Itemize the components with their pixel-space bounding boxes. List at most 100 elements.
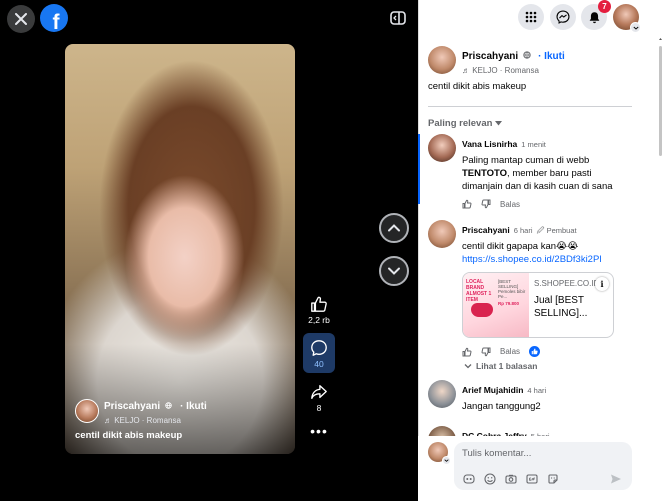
chevron-down-icon	[632, 26, 639, 30]
comment-author[interactable]: Arief Mujahidin	[462, 385, 523, 395]
camera-button[interactable]	[504, 472, 518, 486]
comment-count: 40	[314, 359, 324, 369]
post-author-name[interactable]: Priscahyani	[462, 51, 518, 62]
share-icon	[311, 385, 327, 399]
link-thumbnail: LOCAL BRAND ALMOST 1 ITEM [BEST SELLING]…	[463, 273, 529, 337]
avatar[interactable]	[428, 220, 456, 248]
video-follow-button[interactable]: · Ikuti	[180, 401, 207, 412]
comment-actions: Balas	[462, 346, 634, 357]
video-author: Priscahyani · Ikuti ♬ KELJO · Romansa	[75, 396, 207, 425]
thumbs-down-icon	[481, 347, 491, 356]
comment-link[interactable]: https://s.shopee.co.id/2BDf3ki2PI	[462, 253, 612, 266]
avatar[interactable]	[428, 134, 456, 162]
sort-comments-dropdown[interactable]: Paling relevan	[428, 118, 503, 129]
account-chevron-icon[interactable]	[630, 22, 641, 33]
thumbs-down-icon	[481, 199, 491, 209]
list-item: Arief Mujahidin 4 hari Jangan tanggung2	[428, 380, 546, 413]
comment-time[interactable]: 6 hari	[514, 226, 533, 235]
emoji-button[interactable]	[483, 472, 497, 486]
info-icon[interactable]: i	[595, 277, 609, 291]
new-comment-indicator	[418, 134, 420, 204]
creator-badge: 🖉 Pembuat	[536, 226, 577, 235]
dislike-comment-button[interactable]	[481, 347, 491, 357]
close-icon	[15, 13, 27, 25]
send-icon	[611, 474, 621, 484]
comment-text: Jangan tanggung2	[462, 401, 541, 412]
list-item: Priscahyani 6 hari 🖉 Pembuat centil dikit …	[428, 220, 634, 357]
sort-label: Paling relevan	[428, 118, 493, 129]
reply-button[interactable]: Balas	[500, 200, 520, 209]
messenger-button[interactable]	[550, 4, 576, 30]
like-comment-button[interactable]	[462, 347, 472, 357]
account-switch-icon[interactable]	[442, 456, 451, 465]
share-button[interactable]: 8	[308, 381, 330, 413]
reel-video[interactable]: Priscahyani · Ikuti ♬ KELJO · Romansa ce…	[65, 44, 295, 454]
dislike-comment-button[interactable]	[481, 199, 491, 209]
send-button[interactable]	[610, 472, 624, 486]
menu-button[interactable]	[518, 4, 544, 30]
post-header: Priscahyani · Ikuti ♬ KELJO · Romansa	[428, 46, 565, 75]
composer-tools	[462, 472, 560, 486]
like-reaction-badge	[529, 346, 541, 357]
notification-badge: 7	[598, 0, 611, 13]
sticker-button[interactable]	[546, 472, 560, 486]
follow-button[interactable]: · Ikuti	[538, 51, 565, 62]
comment-composer	[418, 436, 664, 501]
link-preview-card[interactable]: LOCAL BRAND ALMOST 1 ITEM [BEST SELLING]…	[462, 272, 614, 338]
like-comment-button[interactable]	[462, 199, 472, 209]
camera-icon	[505, 474, 517, 484]
scrollbar[interactable]	[658, 38, 663, 158]
avatar-sticker-icon	[463, 474, 475, 484]
comment-input[interactable]	[462, 448, 622, 459]
post-music[interactable]: ♬ KELJO · Romansa	[462, 66, 565, 75]
post-caption: centil dikit abis makeup	[428, 81, 527, 92]
like-button[interactable]: 2,2 rb	[308, 293, 330, 325]
avatar[interactable]	[428, 46, 456, 74]
caret-down-icon	[495, 121, 503, 126]
comment-icon	[311, 340, 327, 356]
video-author-name[interactable]: Priscahyani	[104, 401, 160, 412]
chevron-down-icon	[388, 267, 400, 275]
facebook-logo[interactable]: f	[40, 4, 68, 32]
comment-author[interactable]: Vana Lisnirha	[462, 139, 517, 149]
comment-author[interactable]: Priscahyani	[462, 225, 510, 235]
previous-reel-button[interactable]	[379, 213, 409, 243]
toggle-panel-button[interactable]	[389, 9, 407, 27]
video-music[interactable]: ♬ KELJO · Romansa	[104, 416, 207, 425]
globe-icon	[522, 51, 531, 59]
share-count: 8	[316, 403, 322, 413]
comment-text: Paling mantap cuman di webb TENTOTO, mem…	[462, 155, 613, 192]
reel-viewer: f Priscahyani · Ikuti ♬ KELJO · Romansa …	[0, 0, 418, 501]
comment-time[interactable]: 4 hari	[527, 386, 546, 395]
gif-button[interactable]	[525, 472, 539, 486]
bell-icon	[589, 11, 599, 23]
divider	[428, 106, 632, 107]
list-item: Vana Lisnirha 1 menit Paling mantap cuman…	[428, 134, 634, 209]
video-caption: centil dikit abis makeup	[75, 430, 183, 441]
more-icon: •••	[310, 423, 328, 439]
reel-actions: 2,2 rb 40 8 •••	[302, 293, 336, 439]
sticker-icon	[548, 474, 558, 484]
thumbs-up-icon	[462, 199, 472, 209]
avatar[interactable]	[428, 380, 456, 408]
thumbs-up-icon	[462, 347, 472, 356]
close-button[interactable]	[7, 5, 35, 33]
view-replies-button[interactable]: Lihat 1 balasan	[464, 361, 537, 371]
lip-product-image	[471, 303, 493, 317]
globe-icon	[164, 402, 172, 409]
next-reel-button[interactable]	[379, 256, 409, 286]
avatar-sticker-button[interactable]	[462, 472, 476, 486]
thumbs-up-icon	[311, 296, 327, 312]
like-count: 2,2 rb	[308, 315, 330, 325]
chevron-down-icon	[444, 459, 449, 462]
sidebar-toggle-icon	[390, 11, 406, 25]
comment-button[interactable]: 40	[303, 333, 335, 373]
link-title: Jual [BEST SELLING]...	[534, 295, 588, 319]
comment-time[interactable]: 1 menit	[521, 140, 546, 149]
more-options-button[interactable]: •••	[310, 423, 328, 439]
comment-box	[454, 442, 632, 490]
emoji-icon	[484, 473, 496, 485]
like-reaction-icon	[529, 346, 541, 357]
avatar[interactable]	[75, 398, 99, 423]
reply-button[interactable]: Balas	[500, 347, 520, 356]
